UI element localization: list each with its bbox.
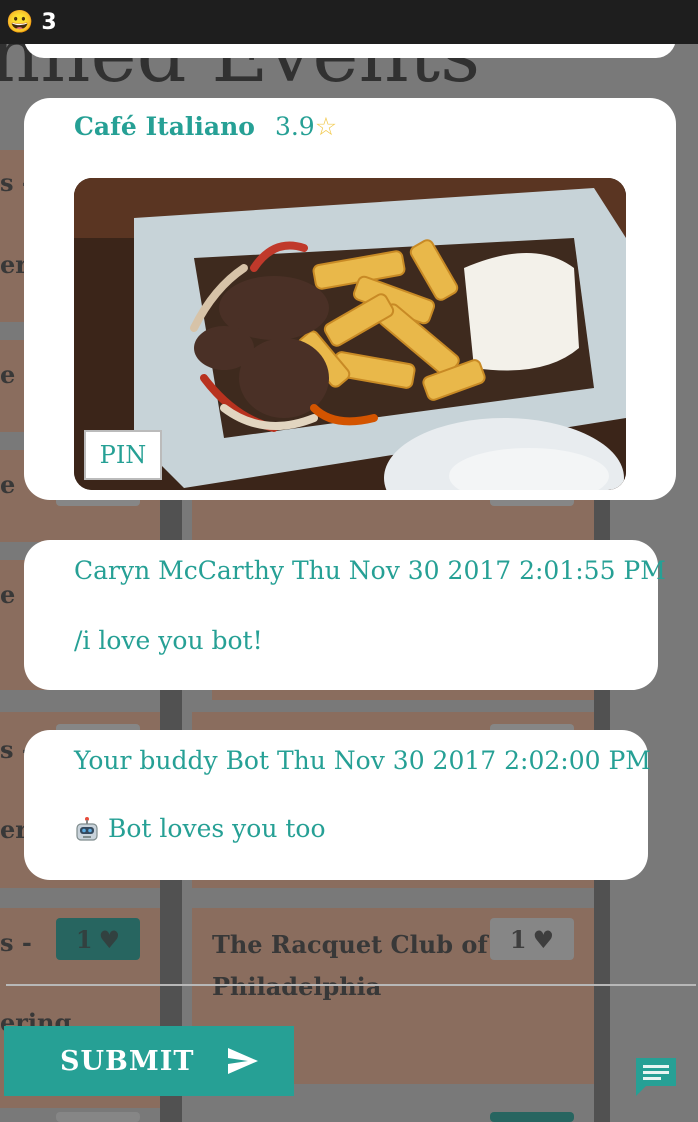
- message-body: Bot loves you too: [74, 814, 326, 843]
- star-icon: ☆: [314, 112, 338, 141]
- submit-button[interactable]: SUBMIT: [4, 1026, 294, 1096]
- message-header: Your buddy Bot Thu Nov 30 2017 2:02:00 P…: [74, 746, 651, 775]
- grinning-face-icon: 😀: [6, 9, 34, 35]
- restaurant-rating: 3.9☆: [275, 112, 337, 141]
- restaurant-photo: PIN: [74, 178, 626, 490]
- notification-count: 3: [41, 9, 57, 35]
- submit-label: SUBMIT: [60, 1045, 195, 1077]
- restaurant-card: Café Italiano 3.9☆ PIN: [24, 98, 676, 500]
- message-header: Caryn McCarthy Thu Nov 30 2017 2:01:55 P…: [74, 556, 666, 585]
- top-bar: 😀 3: [0, 0, 698, 44]
- chat-message-card: Caryn McCarthy Thu Nov 30 2017 2:01:55 P…: [24, 540, 666, 690]
- restaurant-header: Café Italiano 3.9☆: [74, 112, 337, 141]
- input-underline: [6, 984, 696, 986]
- message-text: Bot loves you too: [108, 814, 326, 843]
- message-text: /i love you bot!: [74, 626, 263, 655]
- message-body: /i love you bot!: [74, 626, 263, 655]
- chat-message-card: Your buddy Bot Thu Nov 30 2017 2:02:00 P…: [24, 730, 651, 880]
- rating-value: 3.9: [274, 112, 315, 141]
- restaurant-name[interactable]: Café Italiano: [74, 112, 255, 141]
- chat-bubble-icon[interactable]: [634, 1056, 678, 1098]
- send-icon: [228, 1048, 259, 1074]
- robot-icon: [76, 816, 98, 841]
- pin-button[interactable]: PIN: [84, 430, 162, 480]
